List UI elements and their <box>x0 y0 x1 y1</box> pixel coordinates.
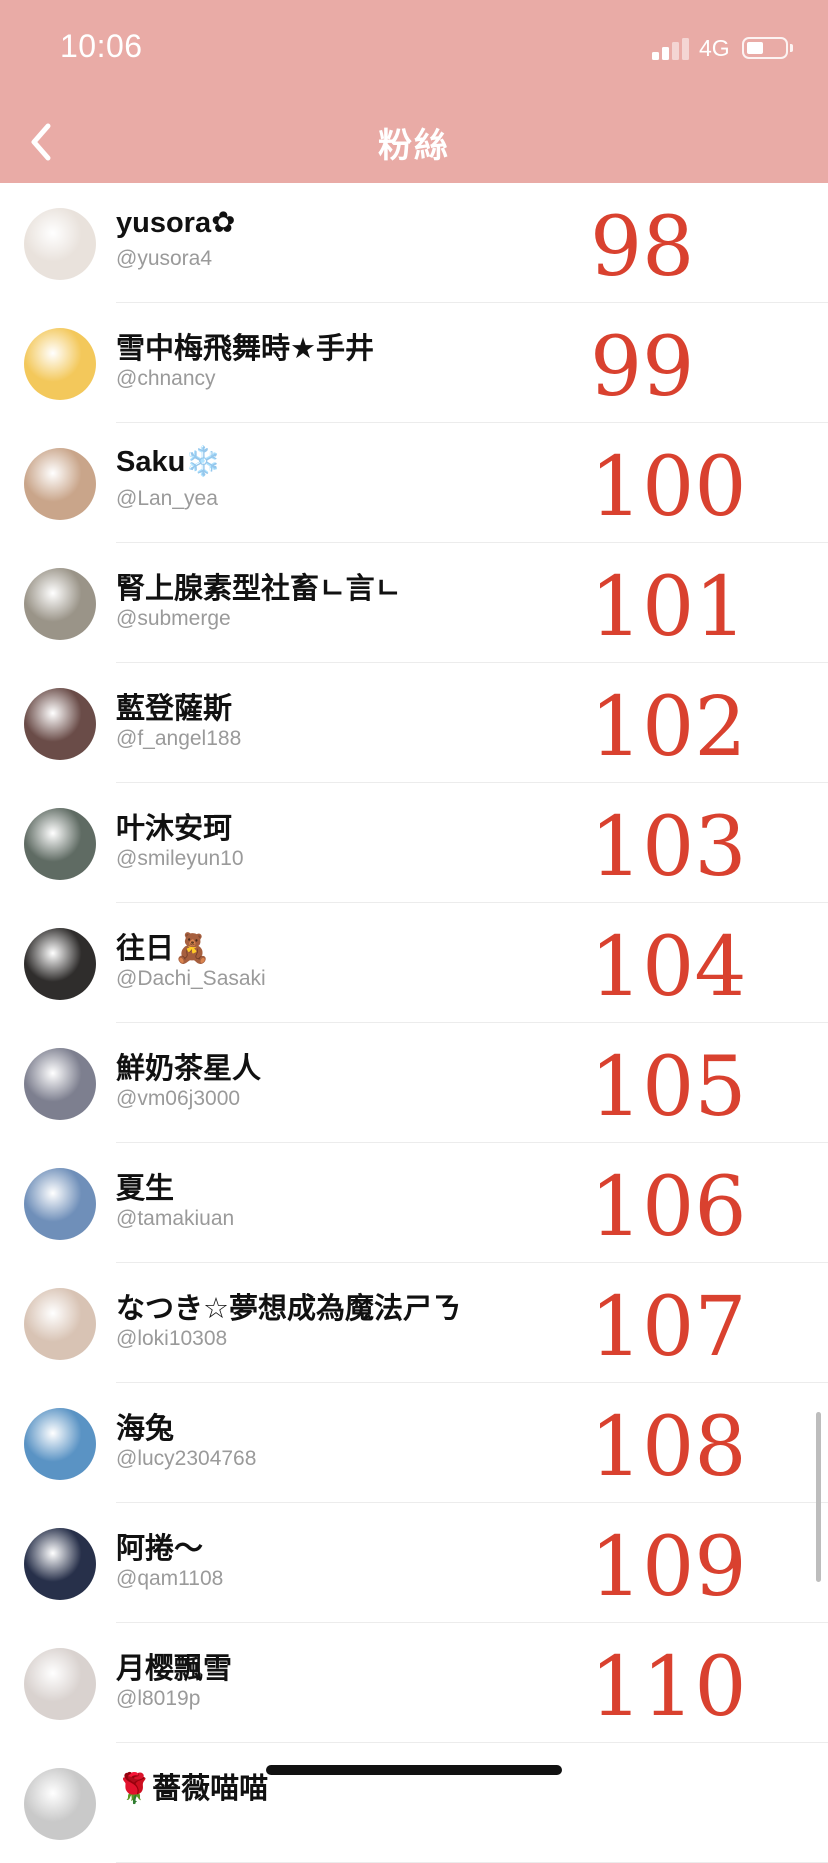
handwritten-number-text: 99 <box>590 320 694 413</box>
follower-handle: @submerge <box>116 607 231 630</box>
handwritten-number: 100 <box>590 440 747 533</box>
avatar[interactable] <box>24 808 96 880</box>
follower-name: なつき☆夢想成為魔法ㄕㄋ <box>116 1293 461 1325</box>
follower-list: yusora✿ @yusora4 98 雪中梅飛舞時★手井 @chnancy 99 Saku… <box>0 183 828 1863</box>
follower-row[interactable]: 往日🧸 @Dachi_Sasaki 104 <box>0 903 828 1023</box>
handwritten-number: 106 <box>590 1160 747 1253</box>
handwritten-number-text: 103 <box>590 800 747 893</box>
handwritten-number: 110 <box>590 1640 747 1733</box>
follower-name: 夏生 <box>116 1173 175 1205</box>
signal-strength-icon <box>652 38 692 60</box>
handwritten-number-text: 105 <box>590 1040 747 1133</box>
handwritten-number-text: 106 <box>590 1160 747 1253</box>
handwritten-number: 103 <box>590 800 747 893</box>
follower-name: 腎上腺素型社畜ㄴ言ㄴ <box>116 573 402 605</box>
scrollbar[interactable] <box>816 1412 821 1582</box>
avatar[interactable] <box>24 448 96 520</box>
follower-row[interactable]: 鮮奶茶星人 @vm06j3000 105 <box>0 1023 828 1143</box>
handwritten-number-text: 98 <box>590 200 694 293</box>
follower-row[interactable]: 叶沐安珂 @smileyun10 103 <box>0 783 828 903</box>
follower-handle: @lucy2304768 <box>116 1447 257 1470</box>
follower-handle: @Lan_yea <box>116 487 218 510</box>
follower-name: 藍登薩斯 <box>116 693 233 725</box>
follower-handle: @loki10308 <box>116 1327 228 1350</box>
avatar[interactable] <box>24 208 96 280</box>
handwritten-number: 99 <box>590 320 694 413</box>
avatar[interactable] <box>24 1648 96 1720</box>
follower-name: 海兔 <box>116 1413 175 1445</box>
follower-name: yusora✿ <box>116 207 236 239</box>
follower-name: Saku❄️ <box>116 446 222 478</box>
follower-name: 雪中梅飛舞時★手井 <box>116 333 374 365</box>
handwritten-number-text: 104 <box>590 920 747 1013</box>
follower-name: 往日🧸 <box>116 933 211 965</box>
avatar[interactable] <box>24 328 96 400</box>
follower-handle: @tamakiuan <box>116 1207 235 1230</box>
status-time: 10:06 <box>60 28 143 64</box>
follower-row[interactable]: 🌹薔薇喵喵 <box>0 1743 828 1863</box>
battery-icon <box>742 37 793 59</box>
avatar[interactable] <box>24 1288 96 1360</box>
handwritten-number-text: 101 <box>590 560 747 653</box>
follower-handle: @vm06j3000 <box>116 1087 241 1110</box>
follower-handle: @qam1108 <box>116 1567 224 1590</box>
avatar[interactable] <box>24 688 96 760</box>
header-bar: 10:06 4G 粉絲 <box>0 0 828 183</box>
avatar[interactable] <box>24 1408 96 1480</box>
follower-handle: @l8019p <box>116 1687 201 1710</box>
avatar[interactable] <box>24 1048 96 1120</box>
handwritten-number-text: 100 <box>590 440 747 533</box>
follower-row[interactable]: 海兔 @lucy2304768 108 <box>0 1383 828 1503</box>
handwritten-number-text: 107 <box>590 1280 747 1373</box>
follower-name: 鮮奶茶星人 <box>116 1053 262 1085</box>
avatar[interactable] <box>24 1768 96 1840</box>
avatar[interactable] <box>24 1528 96 1600</box>
follower-row[interactable]: 雪中梅飛舞時★手井 @chnancy 99 <box>0 303 828 423</box>
avatar[interactable] <box>24 928 96 1000</box>
follower-name: 月樱飄雪 <box>116 1653 233 1685</box>
follower-row[interactable]: 夏生 @tamakiuan 106 <box>0 1143 828 1263</box>
home-indicator <box>266 1765 562 1775</box>
follower-row[interactable]: yusora✿ @yusora4 98 <box>0 183 828 303</box>
handwritten-number-text: 102 <box>590 680 747 773</box>
network-type: 4G <box>699 35 730 61</box>
handwritten-number: 105 <box>590 1040 747 1133</box>
avatar[interactable] <box>24 568 96 640</box>
follower-handle: @yusora4 <box>116 247 213 270</box>
handwritten-number-text: 109 <box>590 1520 747 1613</box>
handwritten-number: 109 <box>590 1520 747 1613</box>
follower-handle: @smileyun10 <box>116 847 244 870</box>
follower-name: 🌹薔薇喵喵 <box>116 1773 269 1805</box>
handwritten-number: 98 <box>590 200 694 293</box>
avatar[interactable] <box>24 1168 96 1240</box>
follower-name: 叶沐安珂 <box>116 813 233 845</box>
follower-row[interactable]: 腎上腺素型社畜ㄴ言ㄴ @submerge 101 <box>0 543 828 663</box>
follower-row[interactable]: Saku❄️ @Lan_yea 100 <box>0 423 828 543</box>
follower-row[interactable]: 月樱飄雪 @l8019p 110 <box>0 1623 828 1743</box>
follower-handle: @Dachi_Sasaki <box>116 967 266 990</box>
follower-row[interactable]: 阿捲～ @qam1108 109 <box>0 1503 828 1623</box>
follower-name: 阿捲～ <box>116 1533 204 1565</box>
follower-row[interactable]: 藍登薩斯 @f_angel188 102 <box>0 663 828 783</box>
handwritten-number-text: 108 <box>590 1400 747 1493</box>
handwritten-number: 108 <box>590 1400 747 1493</box>
handwritten-number-text: 110 <box>590 1640 747 1733</box>
follower-row[interactable]: なつき☆夢想成為魔法ㄕㄋ @loki10308 107 <box>0 1263 828 1383</box>
handwritten-number: 104 <box>590 920 747 1013</box>
handwritten-number: 102 <box>590 680 747 773</box>
follower-handle: @f_angel188 <box>116 727 242 750</box>
page-title: 粉絲 <box>378 127 450 165</box>
handwritten-number: 101 <box>590 560 747 653</box>
follower-handle: @chnancy <box>116 367 216 390</box>
handwritten-number: 107 <box>590 1280 747 1373</box>
